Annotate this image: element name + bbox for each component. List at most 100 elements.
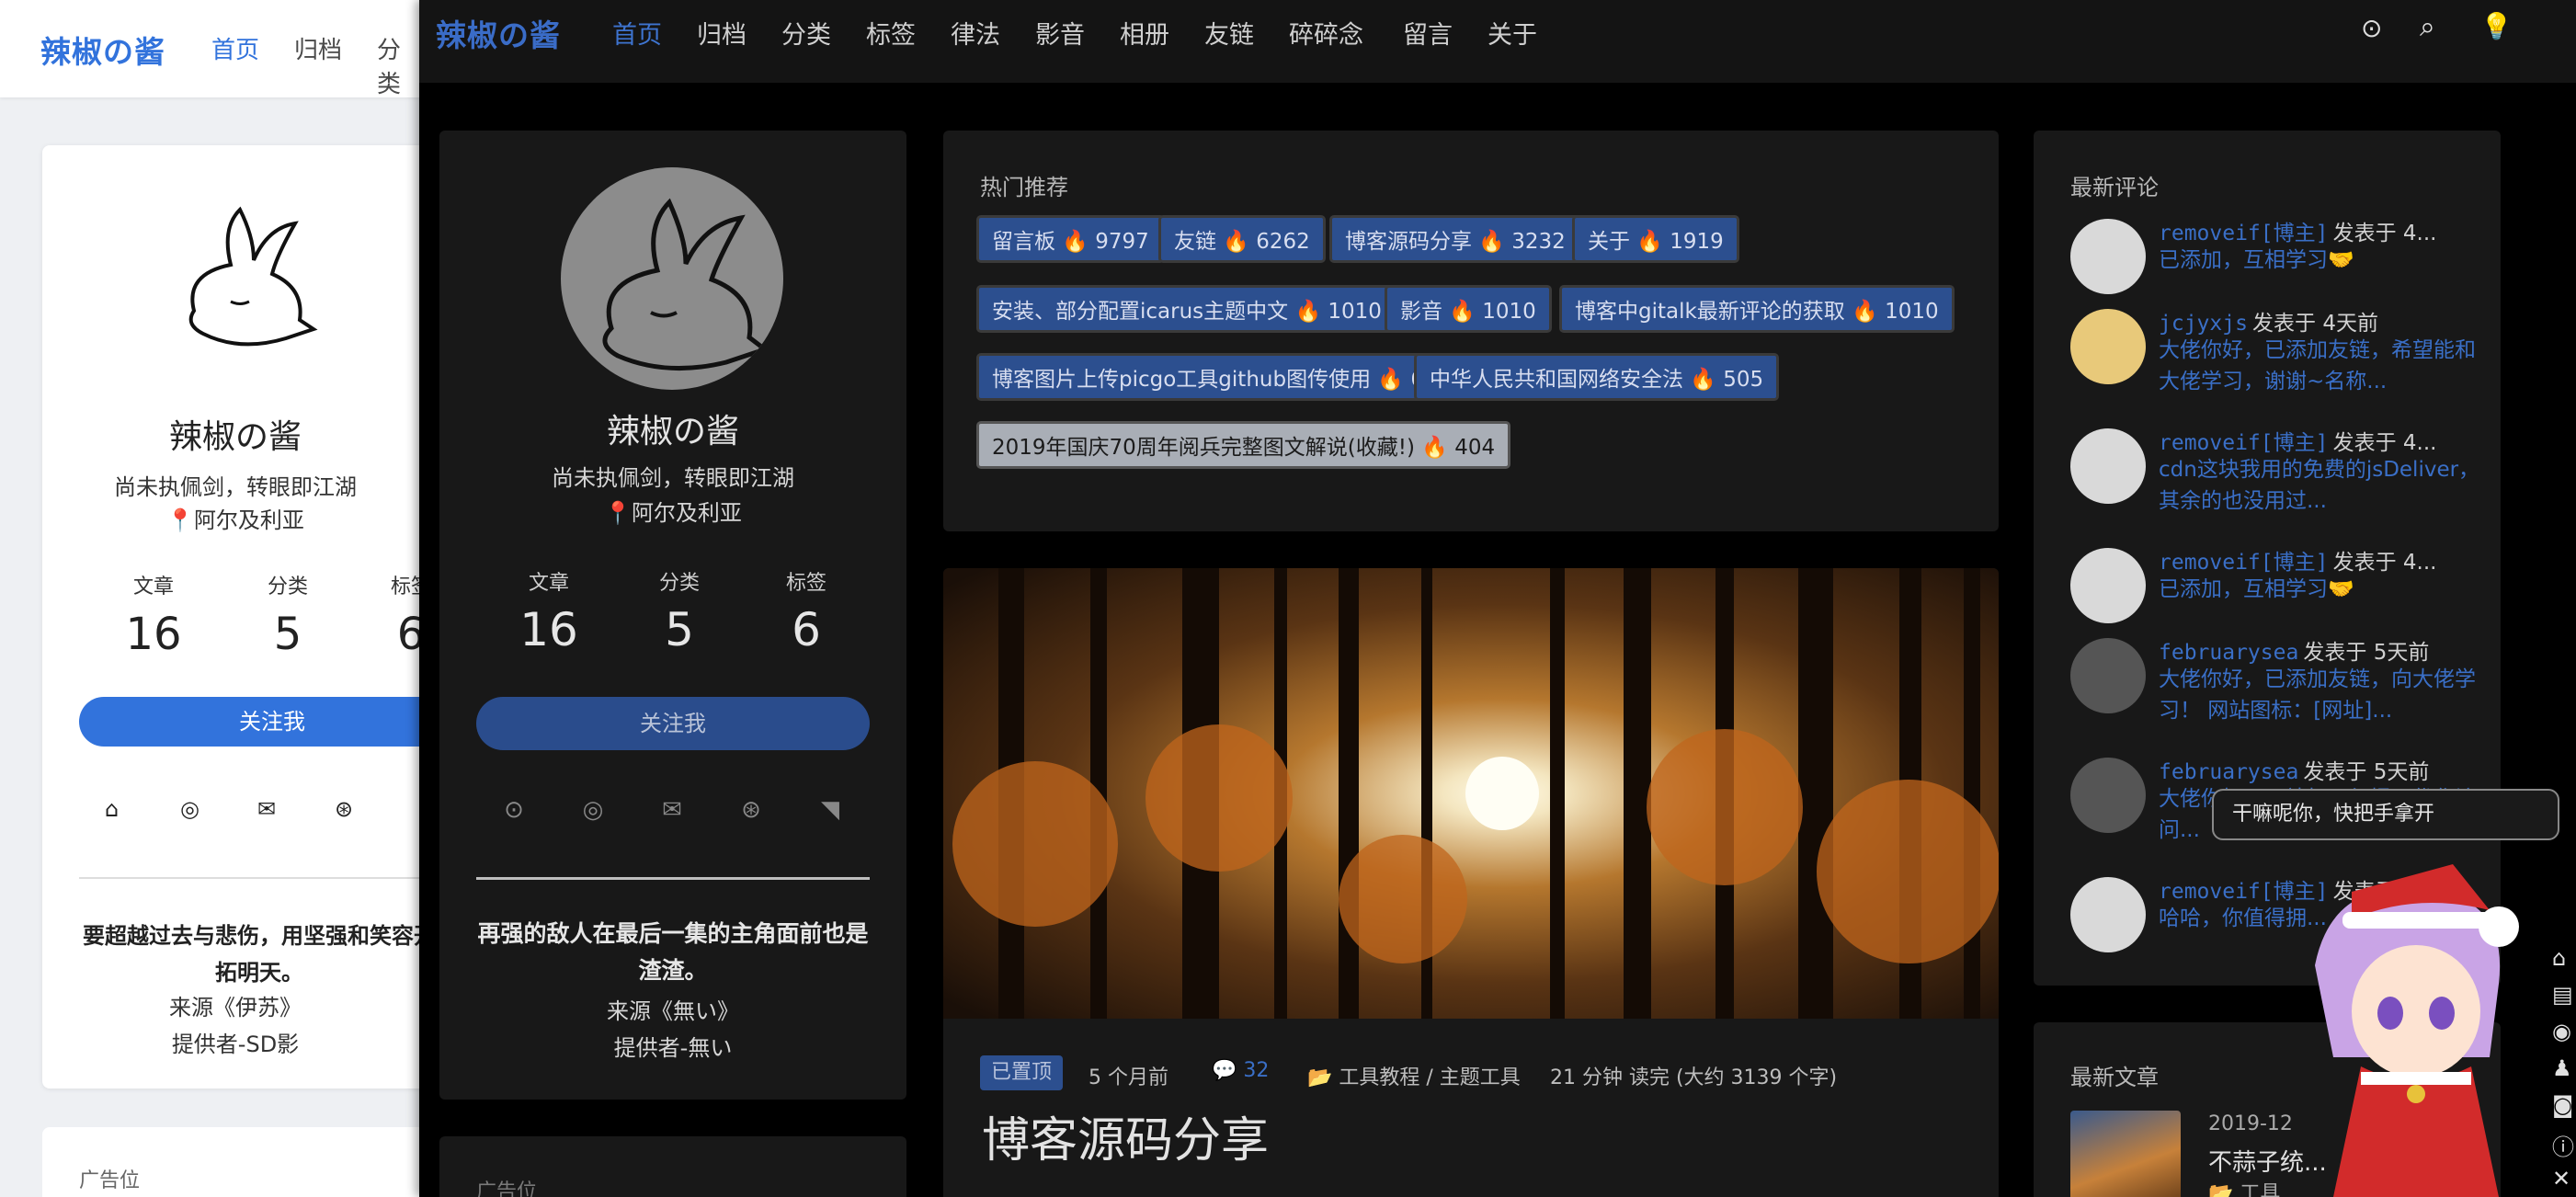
comment-meta: 发表于 5天前 xyxy=(2303,641,2430,665)
github-icon[interactable]: ⊙ xyxy=(2361,13,2382,43)
stat-value: 6 xyxy=(792,603,821,656)
comment-count-value: 32 xyxy=(1243,1059,1270,1082)
light-quote-provider: 提供者-SD影 xyxy=(171,1032,300,1057)
comment-meta: 发表于 4... xyxy=(2332,431,2437,455)
light-stat-tags[interactable]: 标签 6 xyxy=(379,570,423,660)
commenter-name[interactable]: februarysea xyxy=(2159,760,2298,784)
commenter-name[interactable]: removeif[博主] xyxy=(2159,431,2328,455)
user-icon[interactable]: ♟ xyxy=(2552,1055,2576,1081)
light-divider xyxy=(79,877,423,879)
commenter-avatar xyxy=(2070,428,2146,504)
ad-label: 广告位 xyxy=(476,1180,538,1197)
light-email-icon[interactable]: ✉ xyxy=(257,796,276,822)
lightbulb-icon[interactable]: 💡 xyxy=(2480,11,2513,41)
comment-meta: 发表于 4... xyxy=(2332,551,2437,575)
hot-tag[interactable]: 2019年国庆70周年阅兵完整图文解说(收藏!) 🔥 404 xyxy=(976,421,1511,469)
light-quote-source: 来源《伊苏》 xyxy=(169,995,302,1020)
hot-tag[interactable]: 影音 🔥 1010 xyxy=(1385,285,1552,333)
comment-text: 大佬你好，已添加友链，向大佬学习！ 网站图标：[网址]... xyxy=(2159,667,2476,723)
camera-icon[interactable]: ◙ xyxy=(2552,1092,2576,1118)
light-profile-motto: 尚未执佩剑，转眼即江湖 xyxy=(114,474,357,500)
weibo-icon[interactable]: ◎ xyxy=(579,796,607,824)
live2d-mascot[interactable] xyxy=(2278,855,2554,1197)
nav-tags[interactable]: 标签 xyxy=(866,15,916,51)
hot-tag[interactable]: 关于 🔥 1919 xyxy=(1572,215,1739,263)
hot-tag[interactable]: 博客图片上传picgo工具github图传使用 🔥 606 xyxy=(976,353,1467,401)
home-icon[interactable]: ⌂ xyxy=(2552,945,2576,971)
hot-tag[interactable]: 友链 🔥 6262 xyxy=(1158,215,1326,263)
light-stat-label: 文章 xyxy=(132,576,174,598)
stat-label: 分类 xyxy=(658,572,700,595)
dark-page: 辣椒の酱 首页 归档 分类 标签 律法 影音 相册 友链 碎碎念 留言 关于 ⊙… xyxy=(419,0,2576,1197)
commenter-name[interactable]: jcjyxjs xyxy=(2159,312,2248,336)
light-nav-archive[interactable]: 归档 xyxy=(294,31,342,65)
light-stat-posts[interactable]: 文章 16 xyxy=(121,570,186,660)
nav-category[interactable]: 分类 xyxy=(781,15,831,51)
profile-motto: 尚未执佩剑，转眼即江湖 xyxy=(552,465,794,491)
brand-logo[interactable]: 辣椒の酱 xyxy=(436,11,561,55)
nav-album[interactable]: 相册 xyxy=(1120,15,1169,51)
nav-about[interactable]: 关于 xyxy=(1487,15,1537,51)
search-icon[interactable]: ⌕ xyxy=(2420,11,2435,43)
hot-tag[interactable]: 中华人民共和国网络安全法 🔥 505 xyxy=(1414,353,1780,401)
nav-archive[interactable]: 归档 xyxy=(697,15,747,51)
post-title[interactable]: 博客源码分享 xyxy=(982,1101,1269,1170)
nav-guestbook[interactable]: 留言 xyxy=(1403,15,1453,51)
light-weibo-icon[interactable]: ◎ xyxy=(180,796,199,822)
stat-categories[interactable]: 分类 5 xyxy=(647,566,712,656)
nav-home[interactable]: 首页 xyxy=(612,15,662,51)
comment-meta: 发表于 4天前 xyxy=(2252,312,2378,336)
stat-tags[interactable]: 标签 6 xyxy=(774,566,838,656)
nav-moments[interactable]: 碎碎念 xyxy=(1289,15,1363,51)
stat-label: 文章 xyxy=(528,572,569,595)
nav-law[interactable]: 律法 xyxy=(951,15,1000,51)
light-github-icon[interactable]: ⌂ xyxy=(105,796,119,822)
commenter-name[interactable]: removeif[博主] xyxy=(2159,222,2328,245)
info-icon[interactable]: ⓘ xyxy=(2552,1129,2576,1160)
comment-text: 已添加，互相学习🤝 xyxy=(2159,248,2354,272)
quote-source: 来源《無い》 xyxy=(607,998,739,1024)
location-text: 阿尔及利亚 xyxy=(631,500,742,526)
post-cover-image[interactable] xyxy=(943,568,1999,1019)
light-follow-button[interactable]: 关注我 xyxy=(79,697,423,747)
email-icon[interactable]: ✉ xyxy=(658,796,686,824)
comment-text: 大佬你好，已添加友链，希望能和大佬学习，谢谢~名称... xyxy=(2159,338,2476,393)
chat-icon[interactable]: ▤ xyxy=(2552,982,2576,1008)
github-icon[interactable]: ⊙ xyxy=(500,796,528,824)
profile-location: 📍阿尔及利亚 xyxy=(439,495,906,527)
light-ad-label: 广告位 xyxy=(79,1169,141,1192)
hot-tag[interactable]: 安装、部分配置icarus主题中文 🔥 1010 xyxy=(976,285,1397,333)
comment-meta: 发表于 5天前 xyxy=(2303,760,2430,784)
comment-count[interactable]: 💬 32 xyxy=(1212,1059,1269,1082)
stat-posts[interactable]: 文章 16 xyxy=(517,566,581,656)
location-pin-icon: 📍 xyxy=(166,507,194,533)
light-stat-categories[interactable]: 分类 5 xyxy=(256,570,320,660)
light-nav-home[interactable]: 首页 xyxy=(211,31,259,65)
quote-text: 再强的敌人在最后一集的主角面前也是渣渣。 xyxy=(477,920,869,984)
post-category-text: 工具教程 / 主题工具 xyxy=(1339,1066,1521,1089)
reading-time: 21 分钟 读完 (大约 3139 个字) xyxy=(1550,1066,1838,1089)
dribbble-icon[interactable]: ⊛ xyxy=(737,796,765,824)
eye-icon[interactable]: ◉ xyxy=(2552,1019,2576,1044)
comment-item[interactable]: februarysea 发表于 5天前 大佬你好，已添加友链，向大佬学习！ 网站… xyxy=(2070,634,2493,745)
light-nav-category[interactable]: 分类 xyxy=(377,31,423,99)
commenter-name[interactable]: februarysea xyxy=(2159,641,2298,665)
light-dribbble-icon[interactable]: ⊛ xyxy=(335,796,353,822)
light-stat-value: 16 xyxy=(125,609,182,660)
folder-icon: 📂 xyxy=(2208,1182,2234,1197)
follow-button[interactable]: 关注我 xyxy=(476,697,870,750)
commenter-name[interactable]: removeif[博主] xyxy=(2159,551,2328,575)
nav-links[interactable]: 友链 xyxy=(1204,15,1254,51)
comment-item[interactable]: jcjyxjs 发表于 4天前 大佬你好，已添加友链，希望能和大佬学习，谢谢~名… xyxy=(2070,305,2493,416)
post-category[interactable]: 📂 工具教程 / 主题工具 xyxy=(1307,1061,1521,1090)
commenter-avatar xyxy=(2070,638,2146,713)
hot-tag[interactable]: 博客中gitalk最新评论的获取 🔥 1010 xyxy=(1559,285,1955,333)
close-icon[interactable]: ✕ xyxy=(2552,1166,2576,1191)
hot-tag[interactable]: 博客源码分享 🔥 3232 xyxy=(1329,215,1581,263)
light-brand-logo[interactable]: 辣椒の酱 xyxy=(40,28,165,72)
rss-icon[interactable]: ◥ xyxy=(816,796,844,824)
hot-tag[interactable]: 留言板 🔥 9797 xyxy=(976,215,1165,263)
latest-post-thumbnail[interactable] xyxy=(2070,1111,2181,1197)
comment-item[interactable]: removeif[博主] 发表于 4... cdn这块我用的免费的jsDeliv… xyxy=(2070,425,2493,535)
nav-media[interactable]: 影音 xyxy=(1035,15,1085,51)
